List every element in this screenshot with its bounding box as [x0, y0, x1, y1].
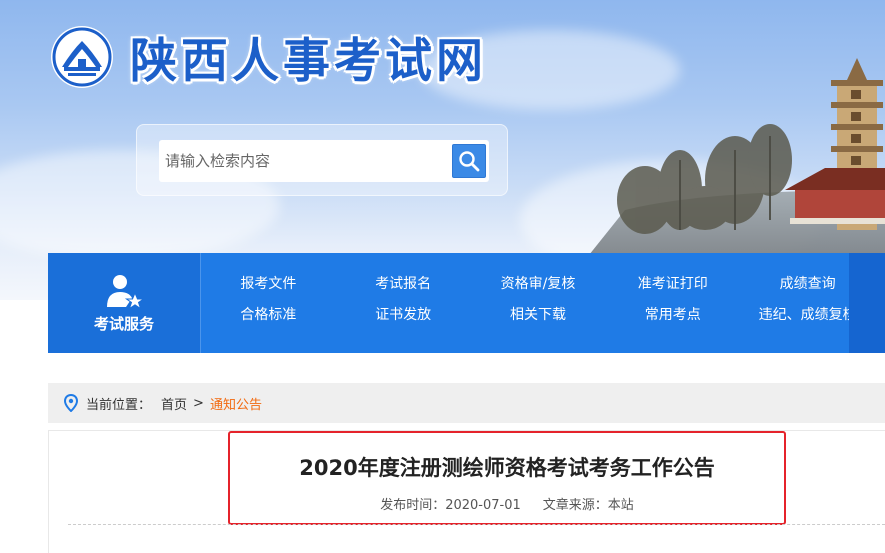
nav-link-exam-sites[interactable]: 常用考点 [605, 304, 740, 335]
search-input[interactable] [159, 140, 489, 182]
nav-link-passing-standard[interactable]: 合格标准 [201, 304, 336, 335]
nav-link-exam-registration[interactable]: 考试报名 [336, 273, 471, 304]
publish-time-label: 发布时间： [380, 498, 446, 513]
breadcrumb-label: 当前位置： [86, 397, 152, 413]
search-bar [136, 124, 508, 196]
site-logo-emblem [51, 25, 113, 88]
breadcrumb: 当前位置： 首页 > 通知公告 [48, 383, 885, 423]
source-value: 本站 [607, 498, 634, 513]
nav-link-certificate-issuance[interactable]: 证书发放 [336, 304, 471, 335]
search-button[interactable] [450, 142, 488, 180]
nav-link-qualification-review[interactable]: 资格审/复核 [471, 273, 606, 304]
breadcrumb-home-link[interactable]: 首页 [161, 394, 187, 413]
source-label: 文章来源： [542, 498, 608, 513]
site-logo[interactable]: 陕西人事考试网 [48, 22, 487, 91]
main-navigation: 考试服务 报考文件 考试报名 资格审/复核 准考证打印 成绩查询 合格标准 证书… [48, 253, 885, 353]
article-title: 2020年度注册测绘师资格考试考务工作公告 [299, 456, 715, 480]
nav-link-admission-ticket[interactable]: 准考证打印 [605, 273, 740, 304]
site-title: 陕西人事考试网 [130, 34, 487, 89]
pagoda-landmark-image [585, 58, 885, 260]
nav-link-exam-documents[interactable]: 报考文件 [201, 273, 336, 304]
exam-service-button[interactable]: 考试服务 [48, 253, 201, 353]
nav-edge-strip [849, 253, 885, 353]
publish-date: 2020-07-01 [445, 498, 521, 513]
article-divider [68, 524, 885, 525]
nav-links-grid: 报考文件 考试报名 资格审/复核 准考证打印 成绩查询 合格标准 证书发放 相关… [201, 253, 885, 353]
article-meta: 发布时间：2020-07-01 文章来源：本站 [228, 494, 786, 513]
search-icon [459, 151, 480, 172]
location-pin-icon [64, 394, 78, 412]
exam-service-label: 考试服务 [93, 314, 154, 333]
breadcrumb-separator: > [193, 395, 204, 411]
nav-link-downloads[interactable]: 相关下载 [471, 304, 606, 335]
breadcrumb-current-link[interactable]: 通知公告 [210, 394, 262, 413]
user-star-icon [107, 274, 144, 309]
